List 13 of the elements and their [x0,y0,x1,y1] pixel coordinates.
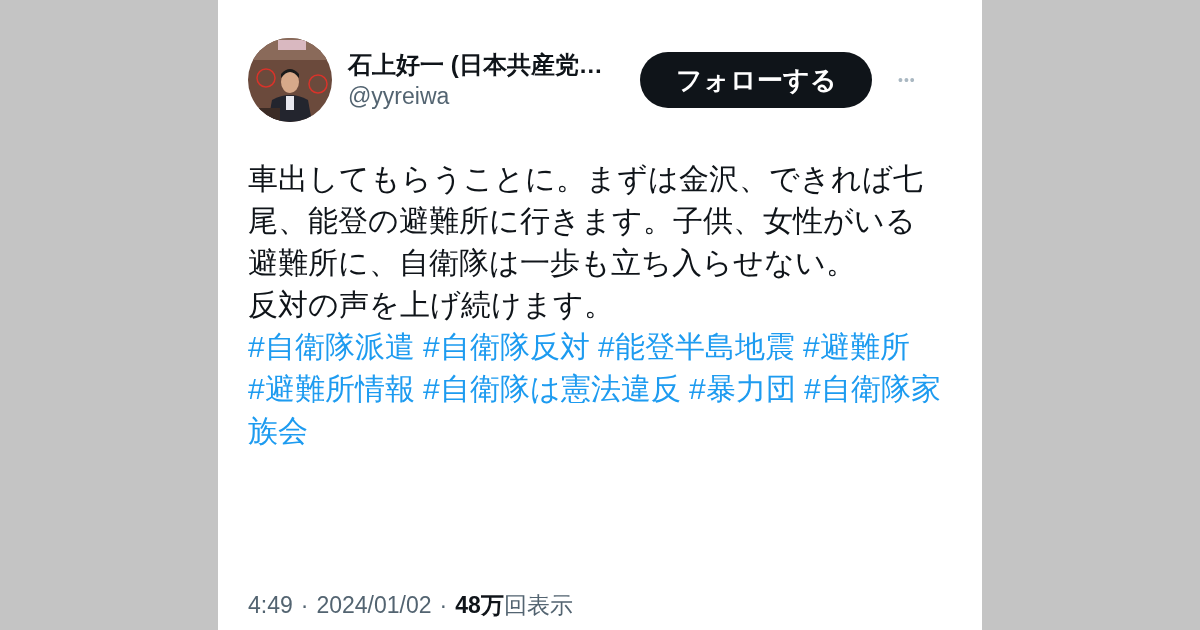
post-text-line: 尾、能登の避難所に行きます。子供、女性がいる [248,203,916,239]
post-text-line: 車出してもらうことに。まずは金沢、できれば七 [248,161,923,197]
separator-dot: · [300,590,309,620]
post-date: 2024/01/02 [316,590,432,620]
view-count: 48万 [455,590,504,620]
post-text-line: 反対の声を上げ続けます。 [248,287,614,323]
author-handle[interactable]: @yyreiwa [348,81,638,111]
post-time: 4:49 [248,590,293,620]
separator-dot: · [439,590,448,620]
follow-button[interactable]: フォローする [640,52,872,108]
post-text-line: 避難所に、自衛隊は一歩も立ち入らせない。 [248,245,856,281]
view-label: 回表示 [503,590,573,620]
author-name[interactable]: 石上好一 (日本共産党… [348,49,638,81]
